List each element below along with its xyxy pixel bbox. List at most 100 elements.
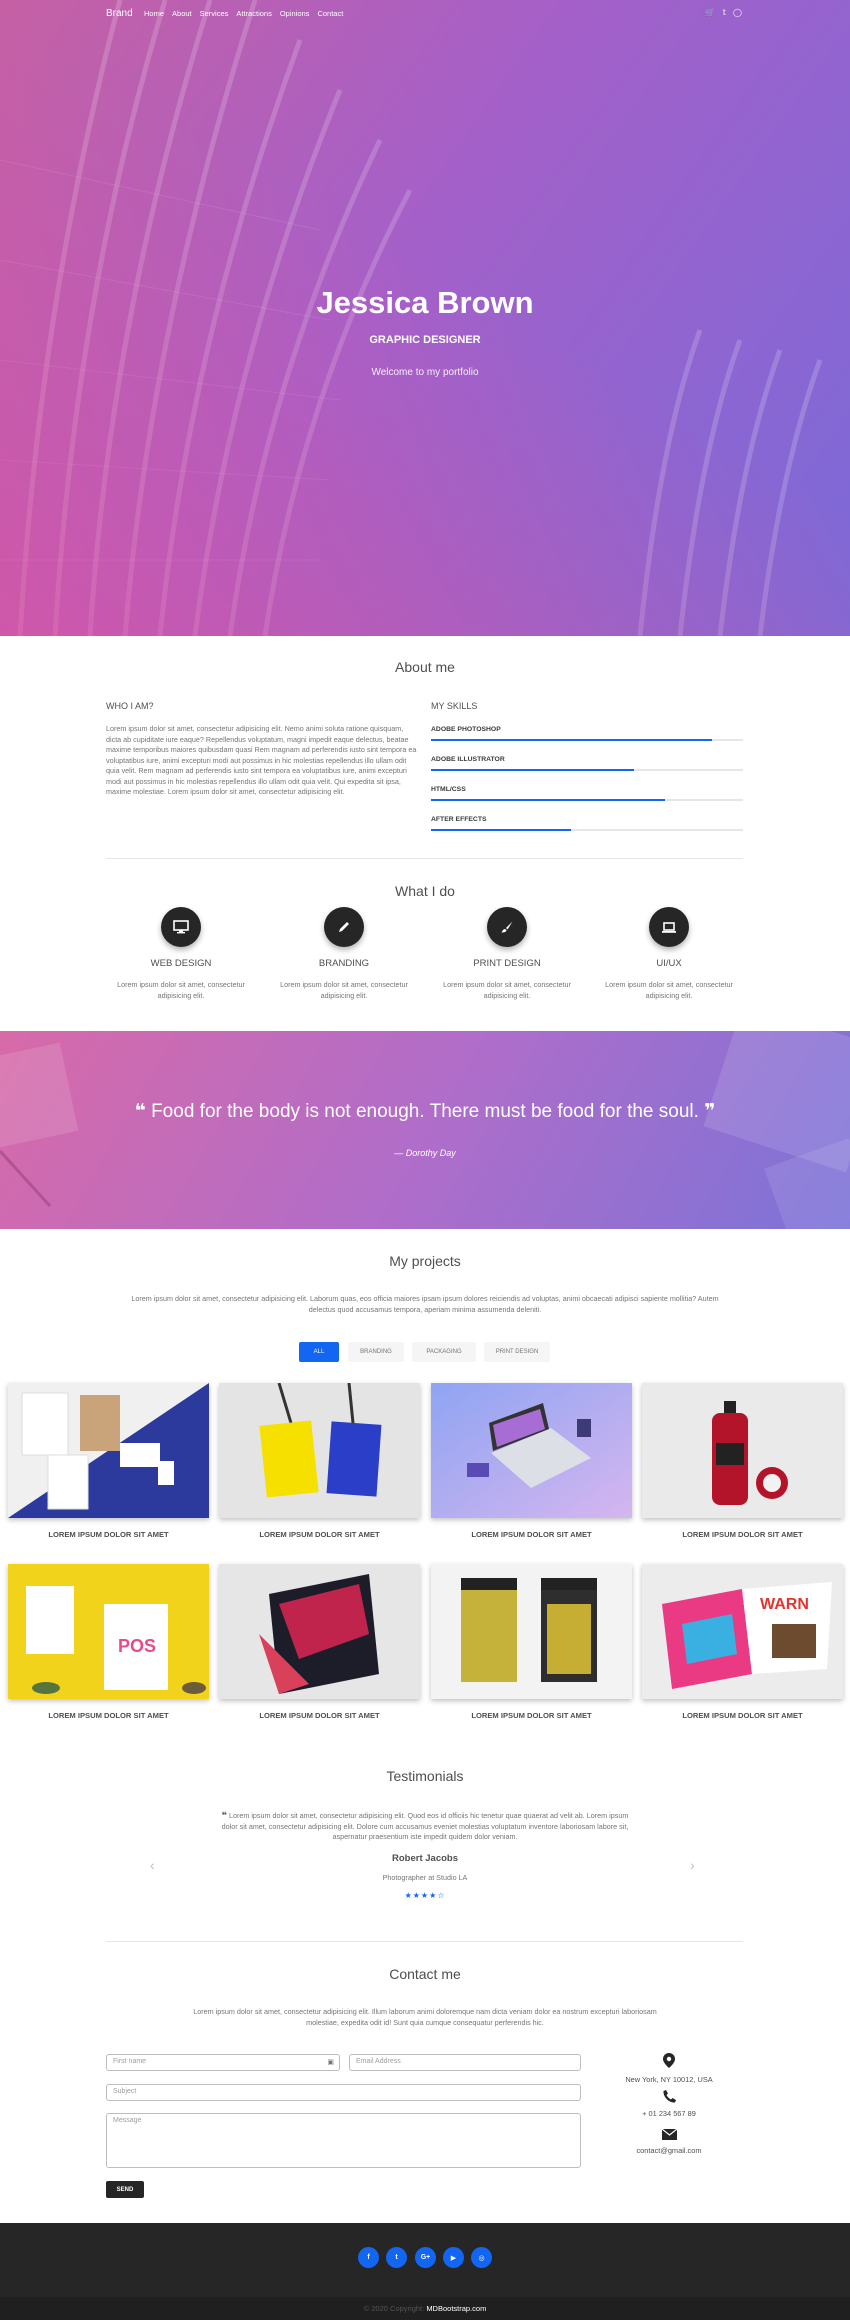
skill-bar-fill (431, 799, 665, 801)
project-caption: LOREM IPSUM DOLOR SIT AMET (259, 1711, 380, 1720)
svg-text:POS: POS (118, 1636, 156, 1656)
skill-label: AFTER EFFECTS (431, 816, 487, 823)
service-text: Lorem ipsum dolor sit amet, consectetur … (443, 980, 571, 1000)
first-name-input[interactable]: First name ▣ (106, 2054, 340, 2071)
youtube-icon[interactable]: ▶ (443, 2247, 464, 2268)
filter-packaging[interactable]: PACKAGING (412, 1342, 476, 1362)
project-card[interactable]: WARN (642, 1564, 843, 1699)
carousel-prev-icon[interactable]: ‹ (150, 1857, 155, 1873)
testimonial-text: ❝ Lorem ipsum dolor sit amet, consectetu… (220, 1810, 630, 1843)
phone-block: + 01 234 567 89 (598, 2090, 740, 2118)
project-image-poster: POS (8, 1564, 209, 1699)
service-title: PRINT DESIGN (473, 958, 541, 969)
section-divider (106, 1941, 743, 1942)
email-input[interactable]: Email Address (349, 2054, 581, 2071)
skill-bar (431, 829, 743, 831)
twitter-icon[interactable]: t (386, 2247, 407, 2268)
testimonials-title: Testimonials (386, 1768, 464, 1784)
carousel-next-icon[interactable]: › (690, 1857, 695, 1873)
subject-placeholder: Subject (113, 2088, 137, 2095)
brush-icon (487, 907, 527, 947)
subject-input[interactable]: Subject (106, 2084, 581, 2101)
cart-icon[interactable]: 🛒 (705, 8, 715, 17)
address-text: New York, NY 10012, USA (625, 2075, 713, 2084)
filter-branding[interactable]: BRANDING (348, 1342, 404, 1362)
project-card[interactable] (431, 1564, 632, 1699)
nav-link-services[interactable]: Services (200, 9, 229, 18)
laptop-icon (649, 907, 689, 947)
testimonial-role: Photographer at Studio LA (382, 1873, 468, 1882)
instagram-icon[interactable]: ◎ (471, 2247, 492, 2268)
twitter-icon[interactable]: 𝕥 (722, 8, 726, 17)
copyright-link[interactable]: MDBootstrap.com (426, 2304, 486, 2313)
about-title: About me (395, 659, 455, 675)
skill-label: HTML/CSS (431, 786, 466, 793)
project-image-bottle (642, 1383, 843, 1518)
map-marker-icon (663, 2053, 675, 2068)
id-card-icon: ▣ (327, 2059, 334, 2066)
phone-text: + 01 234 567 89 (642, 2109, 696, 2118)
service-print-design: PRINT DESIGN Lorem ipsum dolor sit amet,… (425, 907, 589, 1001)
contact-title: Contact me (389, 1966, 461, 1982)
project-caption: LOREM IPSUM DOLOR SIT AMET (259, 1530, 380, 1539)
hero-role: GRAPHIC DESIGNER (369, 334, 481, 346)
footer: f t G+ ▶ ◎ (0, 2223, 850, 2297)
service-title: BRANDING (318, 958, 370, 969)
projects-intro: Lorem ipsum dolor sit amet, consectetur … (131, 1294, 719, 1314)
facebook-icon[interactable]: f (358, 2247, 379, 2268)
message-placeholder: Message (113, 2117, 142, 2124)
send-button[interactable]: SEND (106, 2181, 144, 2198)
skill-bar-fill (431, 739, 712, 741)
email-block: contact@gmail.com (598, 2128, 740, 2155)
skill-label: ADOBE PHOTOSHOP (431, 726, 501, 733)
skill-bar-fill (431, 829, 572, 831)
message-textarea[interactable]: Message (106, 2113, 581, 2168)
project-card[interactable] (8, 1383, 209, 1518)
quote-section: ❝ Food for the body is not enough. There… (0, 1031, 850, 1229)
brand-link[interactable]: Brand (106, 8, 133, 19)
project-caption: LOREM IPSUM DOLOR SIT AMET (471, 1711, 592, 1720)
project-card[interactable] (219, 1564, 420, 1699)
filter-all[interactable]: ALL (299, 1342, 339, 1362)
project-image-jars (431, 1564, 632, 1699)
testimonial-name: Robert Jacobs (392, 1853, 458, 1864)
project-caption: LOREM IPSUM DOLOR SIT AMET (48, 1711, 169, 1720)
filter-print-design[interactable]: PRINT DESIGN (484, 1342, 550, 1362)
email-text: contact@gmail.com (636, 2146, 702, 2155)
phone-icon (662, 2090, 676, 2103)
project-card[interactable] (431, 1383, 632, 1518)
nav-links: Home About Services Attractions Opinions… (144, 9, 343, 18)
service-text: Lorem ipsum dolor sit amet, consectetur … (280, 980, 408, 1000)
instagram-icon[interactable]: ◯ (733, 8, 742, 17)
copyright-text: © 2020 Copyright: (363, 2304, 425, 2313)
project-image-magazine (219, 1564, 420, 1699)
service-web-design: WEB DESIGN Lorem ipsum dolor sit amet, c… (99, 907, 263, 1001)
quote-close-icon: ❞ (704, 1101, 716, 1122)
project-image-id-badges (219, 1383, 420, 1518)
nav-link-attractions[interactable]: Attractions (236, 9, 271, 18)
project-card[interactable] (219, 1383, 420, 1518)
service-title: WEB DESIGN (150, 958, 212, 969)
project-caption: LOREM IPSUM DOLOR SIT AMET (471, 1530, 592, 1539)
who-text: Lorem ipsum dolor sit amet, consectetur … (106, 724, 417, 796)
quote-icon: ❝ (221, 1810, 227, 1820)
skill-bar (431, 739, 743, 741)
nav-link-opinions[interactable]: Opinions (280, 9, 310, 18)
address-block: New York, NY 10012, USA (598, 2053, 740, 2084)
project-image-stationery (8, 1383, 209, 1518)
quote-author: — Dorothy Day (394, 1148, 456, 1158)
nav-link-contact[interactable]: Contact (317, 9, 343, 18)
project-card[interactable]: POS (8, 1564, 209, 1699)
project-caption: LOREM IPSUM DOLOR SIT AMET (682, 1530, 803, 1539)
quote-open-icon: ❝ (134, 1101, 146, 1122)
google-plus-icon[interactable]: G+ (415, 2247, 436, 2268)
first-name-placeholder: First name (113, 2058, 147, 2065)
envelope-icon (661, 2128, 677, 2140)
hero-name: Jessica Brown (316, 285, 534, 320)
pencil-icon (324, 907, 364, 947)
project-image-laptop (431, 1383, 632, 1518)
project-card[interactable] (642, 1383, 843, 1518)
nav-link-home[interactable]: Home (144, 9, 164, 18)
hero-section: Jessica Brown GRAPHIC DESIGNER Welcome t… (0, 0, 850, 636)
nav-link-about[interactable]: About (172, 9, 192, 18)
